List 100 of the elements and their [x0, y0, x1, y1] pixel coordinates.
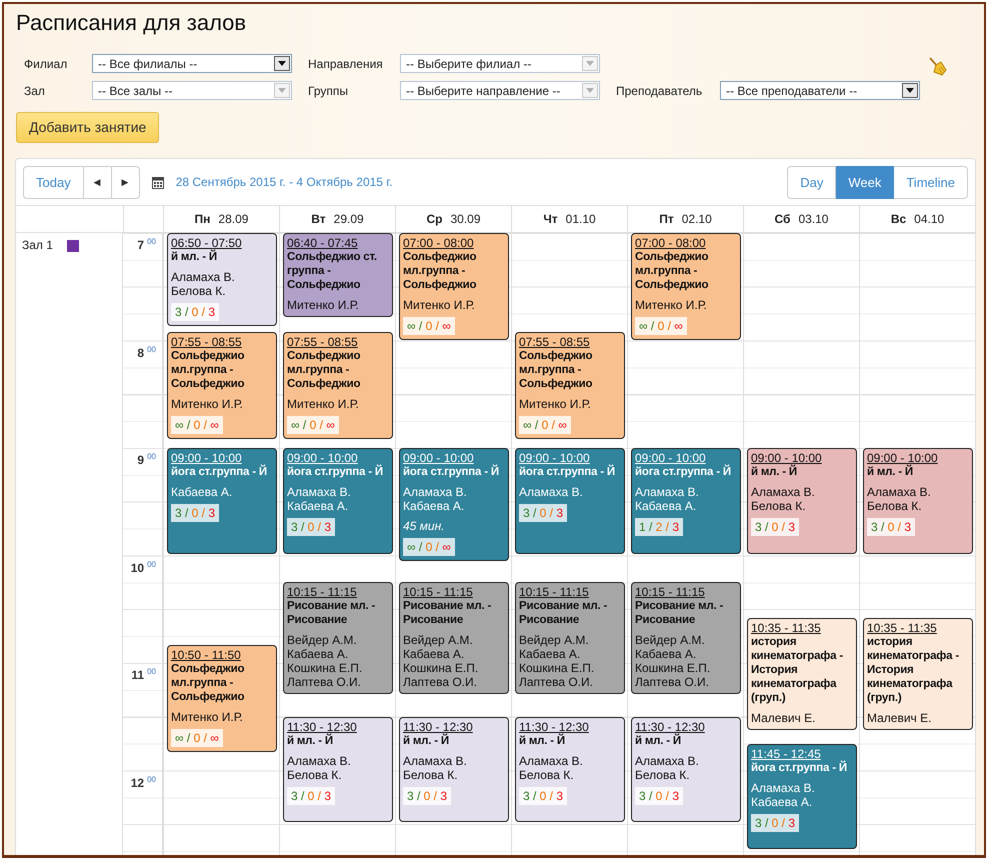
event-time[interactable]: 11:45 - 12:45 — [751, 746, 821, 761]
event-time[interactable]: 11:30 - 12:30 — [287, 720, 357, 734]
event-card[interactable]: 11:30 - 12:30 й мл. - Й Аламаха В. Белова К. 3 / 0 / 3 — [283, 716, 393, 822]
event-title: Сольфеджио мл.группа - Сольфеджио — [171, 662, 246, 704]
participant-name: Лаптева О.И. — [635, 675, 710, 690]
event-time[interactable]: 09:00 - 10:00 — [751, 451, 822, 465]
event-title: й мл. - Й — [751, 465, 798, 479]
event-time[interactable]: 07:55 - 08:55 — [287, 334, 358, 349]
participant-name: Белова К. — [519, 768, 575, 782]
attendance-counts: 3 / 0 / 3 — [287, 786, 336, 805]
weekday-label: Сб — [774, 212, 790, 226]
event-card[interactable]: 09:00 - 10:00 йога ст.группа - Й Аламаха В. Кабаева А. 1 / 2 / 3 — [631, 448, 741, 554]
today-button[interactable]: Today — [23, 166, 84, 198]
date-range: 28 Сентябрь 2015 г. - 4 Октябрь 2015 г. — [176, 175, 393, 189]
attendance-counts: ∞ / 0 / ∞ — [635, 317, 687, 335]
dropdown-select[interactable]: -- Все преподаватели -- — [720, 81, 920, 100]
participant-name: Кошкина Е.П. — [519, 661, 596, 676]
participant-name: Аламаха В. — [751, 485, 816, 499]
event-card[interactable]: 09:00 - 10:00 йога ст.группа - Й Аламаха В. Кабаева А. 45 мин. ∞ / 0 / ∞ — [399, 448, 509, 561]
weekday-label: Чт — [543, 212, 558, 226]
event-time[interactable]: 10:35 - 11:35 — [867, 621, 937, 636]
participant-name: Аламаха В. — [287, 754, 352, 768]
page-title: Расписания для залов — [16, 10, 248, 36]
event-time[interactable]: 07:00 - 08:00 — [635, 236, 706, 250]
event-card[interactable]: 06:50 - 07:50 й мл. - Й Аламаха В. Белова К. 3 / 0 / 3 — [167, 233, 277, 326]
event-time[interactable]: 10:15 - 11:15 — [403, 585, 473, 600]
dropdown-select[interactable]: -- Все филиалы -- — [92, 54, 292, 73]
event-card[interactable]: 07:55 - 08:55 Сольфеджио мл.группа - Сольфеджио Митенко И.Р. ∞ / 0 / ∞ — [283, 332, 393, 439]
event-card[interactable]: 09:00 - 10:00 йога ст.группа - Й Аламаха В. Кабаева А. 3 / 0 / 3 — [283, 448, 393, 554]
event-card[interactable]: 11:30 - 12:30 й мл. - Й Аламаха В. Белова К. 3 / 0 / 3 — [515, 716, 625, 822]
participant-name: Малевич Е. — [751, 711, 816, 726]
event-card[interactable]: 07:55 - 08:55 Сольфеджио мл.группа - Сольфеджио Митенко И.Р. ∞ / 0 / ∞ — [167, 332, 277, 439]
event-time[interactable]: 10:15 - 11:15 — [635, 585, 705, 600]
participant-name: Кабаева А. — [287, 647, 350, 662]
event-time[interactable]: 11:30 - 12:30 — [519, 720, 589, 734]
event-time[interactable]: 07:55 - 08:55 — [519, 334, 590, 349]
event-time[interactable]: 09:00 - 10:00 — [403, 451, 474, 465]
attendance-counts: 3 / 0 / 3 — [635, 786, 684, 805]
participant-name: Кабаева А. — [403, 499, 466, 513]
event-card[interactable]: 07:00 - 08:00 Сольфеджио мл.группа - Сольфеджио Митенко И.Р. ∞ / 0 / ∞ — [631, 233, 741, 340]
participant-name: Аламаха В. — [403, 485, 468, 499]
event-time[interactable]: 11:30 - 12:30 — [635, 720, 705, 734]
weekday-label: Пн — [194, 212, 210, 226]
event-time[interactable]: 07:55 - 08:55 — [171, 334, 242, 349]
event-time[interactable]: 06:40 - 07:45 — [287, 236, 358, 250]
view-tab[interactable]: Day — [787, 166, 836, 198]
view-tab[interactable]: Timeline — [894, 166, 968, 198]
event-card[interactable]: 10:35 - 11:35 история кинематографа - История кинематографа (груп.) Малевич Е. — [863, 618, 973, 730]
event-title: йога ст.группа - Й — [519, 465, 616, 479]
attendance-counts: 1 / 2 / 3 — [635, 518, 684, 536]
event-time[interactable]: 07:00 - 08:00 — [403, 236, 474, 250]
next-button[interactable]: ▶ — [112, 166, 140, 198]
event-time[interactable]: 10:15 - 11:15 — [287, 585, 357, 600]
participant-name: Кабаева А. — [751, 794, 814, 809]
previous-button[interactable]: ◀ — [84, 166, 112, 198]
event-card[interactable]: 11:45 - 12:45 йога ст.группа - Й Аламаха В. Кабаева А. 3 / 0 / 3 — [747, 744, 857, 850]
calendar-icon — [152, 176, 164, 188]
attendance-counts: ∞ / 0 / ∞ — [403, 538, 455, 556]
event-card[interactable]: 10:15 - 11:15 Рисование мл. - Рисование Вейдер А.М. Кабаева А. Кошкина Е.П. Лаптева О.И. — [631, 582, 741, 694]
event-time[interactable]: 10:50 - 11:50 — [171, 648, 241, 662]
event-title: й мл. - Й — [403, 734, 450, 748]
event-card[interactable]: 10:15 - 11:15 Рисование мл. - Рисование Вейдер А.М. Кабаева А. Кошкина Е.П. Лаптева О.И. — [399, 582, 509, 694]
event-card[interactable]: 10:15 - 11:15 Рисование мл. - Рисование Вейдер А.М. Кабаева А. Кошкина Е.П. Лаптева О.И. — [515, 582, 625, 694]
room-name: Зал 1 — [22, 238, 53, 252]
event-card[interactable]: 10:35 - 11:35 история кинематографа - История кинематографа (груп.) Малевич Е. — [747, 618, 857, 730]
event-title: й мл. - Й — [635, 734, 682, 748]
event-time[interactable]: 09:00 - 10:00 — [867, 451, 938, 465]
event-card[interactable]: 11:30 - 12:30 й мл. - Й Аламаха В. Белова К. 3 / 0 / 3 — [631, 716, 741, 822]
event-card[interactable]: 10:15 - 11:15 Рисование мл. - Рисование Вейдер А.М. Кабаева А. Кошкина Е.П. Лаптева О.И. — [283, 582, 393, 694]
event-title: Сольфеджио мл.группа - Сольфеджио — [171, 348, 246, 391]
participant-name: Белова К. — [635, 768, 691, 782]
event-card[interactable]: 07:55 - 08:55 Сольфеджио мл.группа - Сольфеджио Митенко И.Р. ∞ / 0 / ∞ — [515, 332, 625, 439]
event-time[interactable]: 09:00 - 10:00 — [635, 451, 706, 465]
event-time[interactable]: 09:00 - 10:00 — [519, 451, 590, 465]
hour-label: 10 $^{00}$ — [130, 560, 156, 574]
event-card[interactable]: 09:00 - 10:00 й мл. - Й Аламаха В. Белова К. 3 / 0 / 3 — [747, 448, 857, 554]
event-card[interactable]: 11:30 - 12:30 й мл. - Й Аламаха В. Белова К. 3 / 0 / 3 — [399, 716, 509, 822]
attendance-counts: 3 / 0 / 3 — [171, 303, 220, 321]
caret-icon — [274, 83, 290, 98]
event-time[interactable]: 11:30 - 12:30 — [403, 720, 473, 734]
attendance-counts: 3 / 0 / 3 — [751, 518, 800, 536]
event-time[interactable]: 06:50 - 07:50 — [171, 236, 242, 250]
event-card[interactable]: 09:00 - 10:00 йога ст.группа - Й Аламаха В. 3 / 0 / 3 — [515, 448, 625, 554]
add-lesson-button[interactable]: Добавить занятие — [16, 112, 160, 143]
event-time[interactable]: 09:00 - 10:00 — [287, 451, 358, 465]
participant-name: Кабаева А. — [403, 647, 466, 662]
event-time[interactable]: 10:35 - 11:35 — [751, 621, 821, 636]
participant-name: Вейдер А.М. — [519, 633, 590, 648]
event-card[interactable]: 07:00 - 08:00 Сольфеджио мл.группа - Сольфеджио Митенко И.Р. ∞ / 0 / ∞ — [399, 233, 509, 340]
filter-label: Направления — [307, 56, 384, 70]
event-card[interactable]: 10:50 - 11:50 Сольфеджио мл.группа - Сольфеджио Митенко И.Р. ∞ / 0 / ∞ — [167, 645, 277, 752]
weekday-label: Пт — [659, 212, 674, 226]
event-card[interactable]: 06:40 - 07:45 Сольфеджио ст. группа - Сольфеджио Митенко И.Р. — [283, 233, 393, 317]
event-time[interactable]: 10:15 - 11:15 — [519, 585, 589, 600]
view-tab[interactable]: Week — [836, 166, 894, 198]
day-date: 03.10 — [798, 212, 828, 226]
event-card[interactable]: 09:00 - 10:00 й мл. - Й Аламаха В. Белова К. 3 / 0 / 3 — [863, 448, 973, 554]
day-date: 04.10 — [914, 212, 944, 226]
event-time[interactable]: 09:00 - 10:00 — [171, 451, 242, 465]
event-card[interactable]: 09:00 - 10:00 йога ст.группа - Й Кабаева А. 3 / 0 / 3 — [167, 448, 277, 554]
